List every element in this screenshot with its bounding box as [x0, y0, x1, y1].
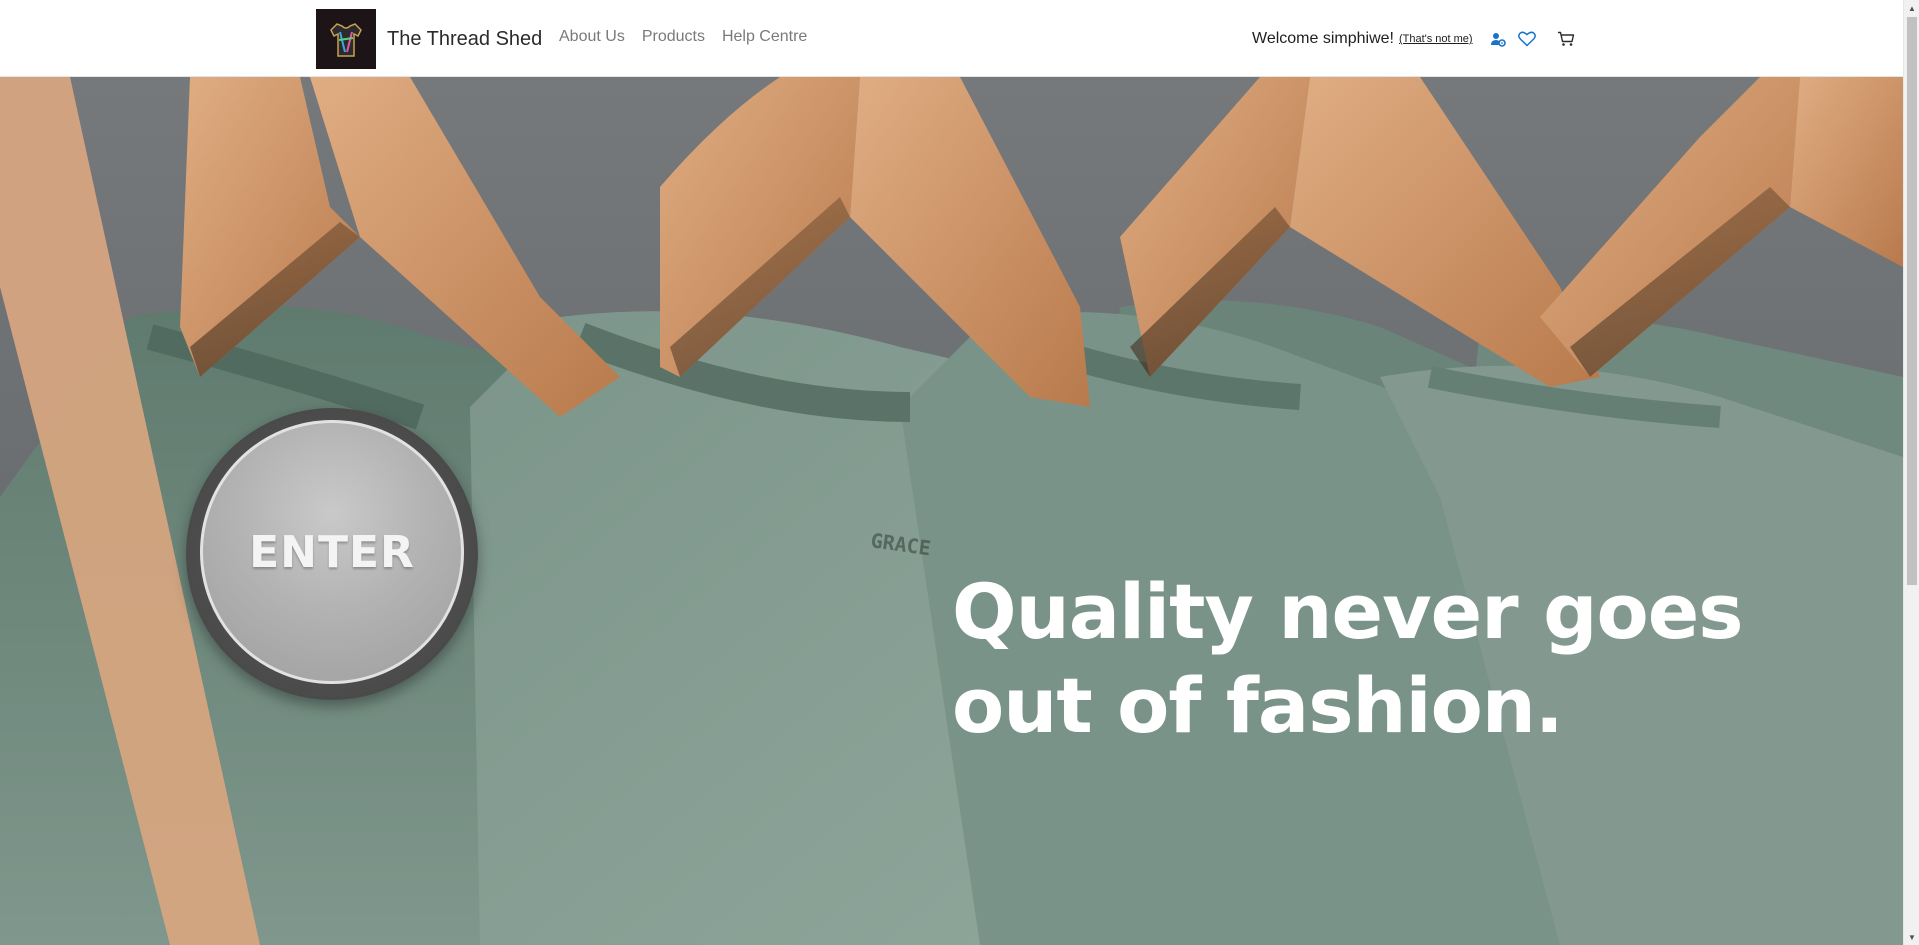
- nav-link-help-centre[interactable]: Help Centre: [722, 28, 807, 46]
- nav-link-about-us[interactable]: About Us: [559, 28, 625, 46]
- user-settings-icon[interactable]: [1490, 31, 1506, 47]
- brand-name: The Thread Shed: [387, 27, 543, 50]
- page-scrollbar[interactable]: ▲ ▼: [1903, 0, 1919, 945]
- scroll-up-arrow-icon[interactable]: ▲: [1904, 0, 1919, 16]
- user-area: Welcome simphiwe! (That's not me): [1252, 28, 1575, 50]
- nav-link-products[interactable]: Products: [642, 28, 705, 46]
- heart-icon[interactable]: [1517, 31, 1536, 47]
- enter-button-face: ENTER: [200, 420, 464, 684]
- brand-home-link[interactable]: The Thread Shed: [316, 9, 542, 69]
- hero-tagline: Quality never goes out of fashion.: [952, 567, 1744, 750]
- cart-icon[interactable]: [1557, 31, 1575, 47]
- top-navbar: The Thread Shed About Us Products Help C…: [0, 0, 1903, 77]
- welcome-message: Welcome simphiwe!: [1252, 30, 1394, 47]
- hero-section: GRACE ENTER Quality never goes out of fa…: [0, 77, 1903, 945]
- main-nav: About Us Products Help Centre: [559, 28, 807, 46]
- shirt-logo-icon: [316, 9, 376, 69]
- scroll-down-arrow-icon[interactable]: ▼: [1904, 929, 1919, 945]
- enter-button-label: ENTER: [249, 526, 415, 578]
- not-me-link[interactable]: (That's not me): [1399, 33, 1473, 45]
- enter-button[interactable]: ENTER: [186, 408, 478, 700]
- scroll-thumb[interactable]: [1907, 17, 1917, 585]
